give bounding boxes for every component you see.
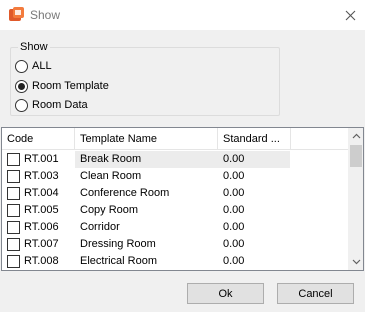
chevron-up-icon <box>352 133 360 139</box>
table-row[interactable]: RT.008 Electrical Room 0.00 <box>2 253 348 270</box>
vertical-scrollbar[interactable] <box>348 128 363 270</box>
scroll-thumb[interactable] <box>350 145 362 167</box>
cell-code: RT.004 <box>24 187 59 199</box>
radio-room-data[interactable]: Room Data <box>15 97 88 113</box>
column-header-code[interactable]: Code <box>2 128 75 150</box>
row-checkbox[interactable] <box>7 204 20 217</box>
radio-all-label: ALL <box>32 60 52 72</box>
row-checkbox[interactable] <box>7 221 20 234</box>
row-checkbox[interactable] <box>7 153 20 166</box>
scroll-up-button[interactable] <box>348 128 363 144</box>
row-checkbox[interactable] <box>7 187 20 200</box>
window-title: Show <box>30 8 61 22</box>
app-icon <box>9 7 24 21</box>
cell-template-name: Copy Room <box>80 204 139 216</box>
table-row[interactable]: RT.003 Clean Room 0.00 <box>2 168 348 185</box>
cell-code: RT.006 <box>24 221 59 233</box>
cell-code: RT.007 <box>24 238 59 250</box>
table-row[interactable]: RT.007 Dressing Room 0.00 <box>2 236 348 253</box>
radio-all-circle[interactable] <box>15 59 28 73</box>
radio-room-data-circle[interactable] <box>15 98 28 112</box>
table-row[interactable]: RT.004 Conference Room 0.00 <box>2 185 348 202</box>
grid-header: Code Template Name Standard ... <box>2 128 348 150</box>
cell-standard: 0.00 <box>223 255 245 267</box>
template-grid[interactable]: Code Template Name Standard ... RT.001 B… <box>1 127 364 271</box>
radio-room-data-label: Room Data <box>32 99 88 111</box>
table-row[interactable]: RT.006 Corridor 0.00 <box>2 219 348 236</box>
cell-template-name: Conference Room <box>80 187 170 199</box>
table-row[interactable]: RT.001 Break Room 0.00 <box>2 151 348 168</box>
cell-template-name: Break Room <box>75 151 218 168</box>
cancel-button[interactable]: Cancel <box>277 283 354 304</box>
cell-code: RT.005 <box>24 204 59 216</box>
column-header-template-name[interactable]: Template Name <box>75 128 218 150</box>
close-button[interactable] <box>340 5 360 25</box>
cell-code: RT.001 <box>24 153 59 165</box>
row-checkbox[interactable] <box>7 238 20 251</box>
title-bar: Show <box>0 0 365 30</box>
cell-standard: 0.00 <box>223 238 245 250</box>
cell-template-name: Dressing Room <box>80 238 156 250</box>
cell-template-name: Corridor <box>80 221 120 233</box>
cell-template-name: Electrical Room <box>80 255 158 267</box>
cell-code: RT.003 <box>24 170 59 182</box>
cell-template-name: Clean Room <box>80 170 142 182</box>
radio-all[interactable]: ALL <box>15 58 52 74</box>
cell-standard: 0.00 <box>218 151 290 168</box>
table-row[interactable]: RT.005 Copy Room 0.00 <box>2 202 348 219</box>
chevron-down-icon <box>352 259 360 265</box>
radio-room-template-circle[interactable] <box>15 79 28 93</box>
radio-room-template[interactable]: Room Template <box>15 78 109 94</box>
show-group-label: Show <box>18 41 50 53</box>
cell-standard: 0.00 <box>223 187 245 199</box>
cell-standard: 0.00 <box>223 221 245 233</box>
scroll-down-button[interactable] <box>348 254 363 270</box>
close-icon <box>345 10 355 20</box>
radio-room-template-label: Room Template <box>32 80 109 92</box>
column-header-standard[interactable]: Standard ... <box>218 128 291 150</box>
ok-button[interactable]: Ok <box>187 283 264 304</box>
cell-standard: 0.00 <box>223 204 245 216</box>
row-checkbox[interactable] <box>7 170 20 183</box>
cell-code: RT.008 <box>24 255 59 267</box>
row-checkbox[interactable] <box>7 255 20 268</box>
cell-standard: 0.00 <box>223 170 245 182</box>
